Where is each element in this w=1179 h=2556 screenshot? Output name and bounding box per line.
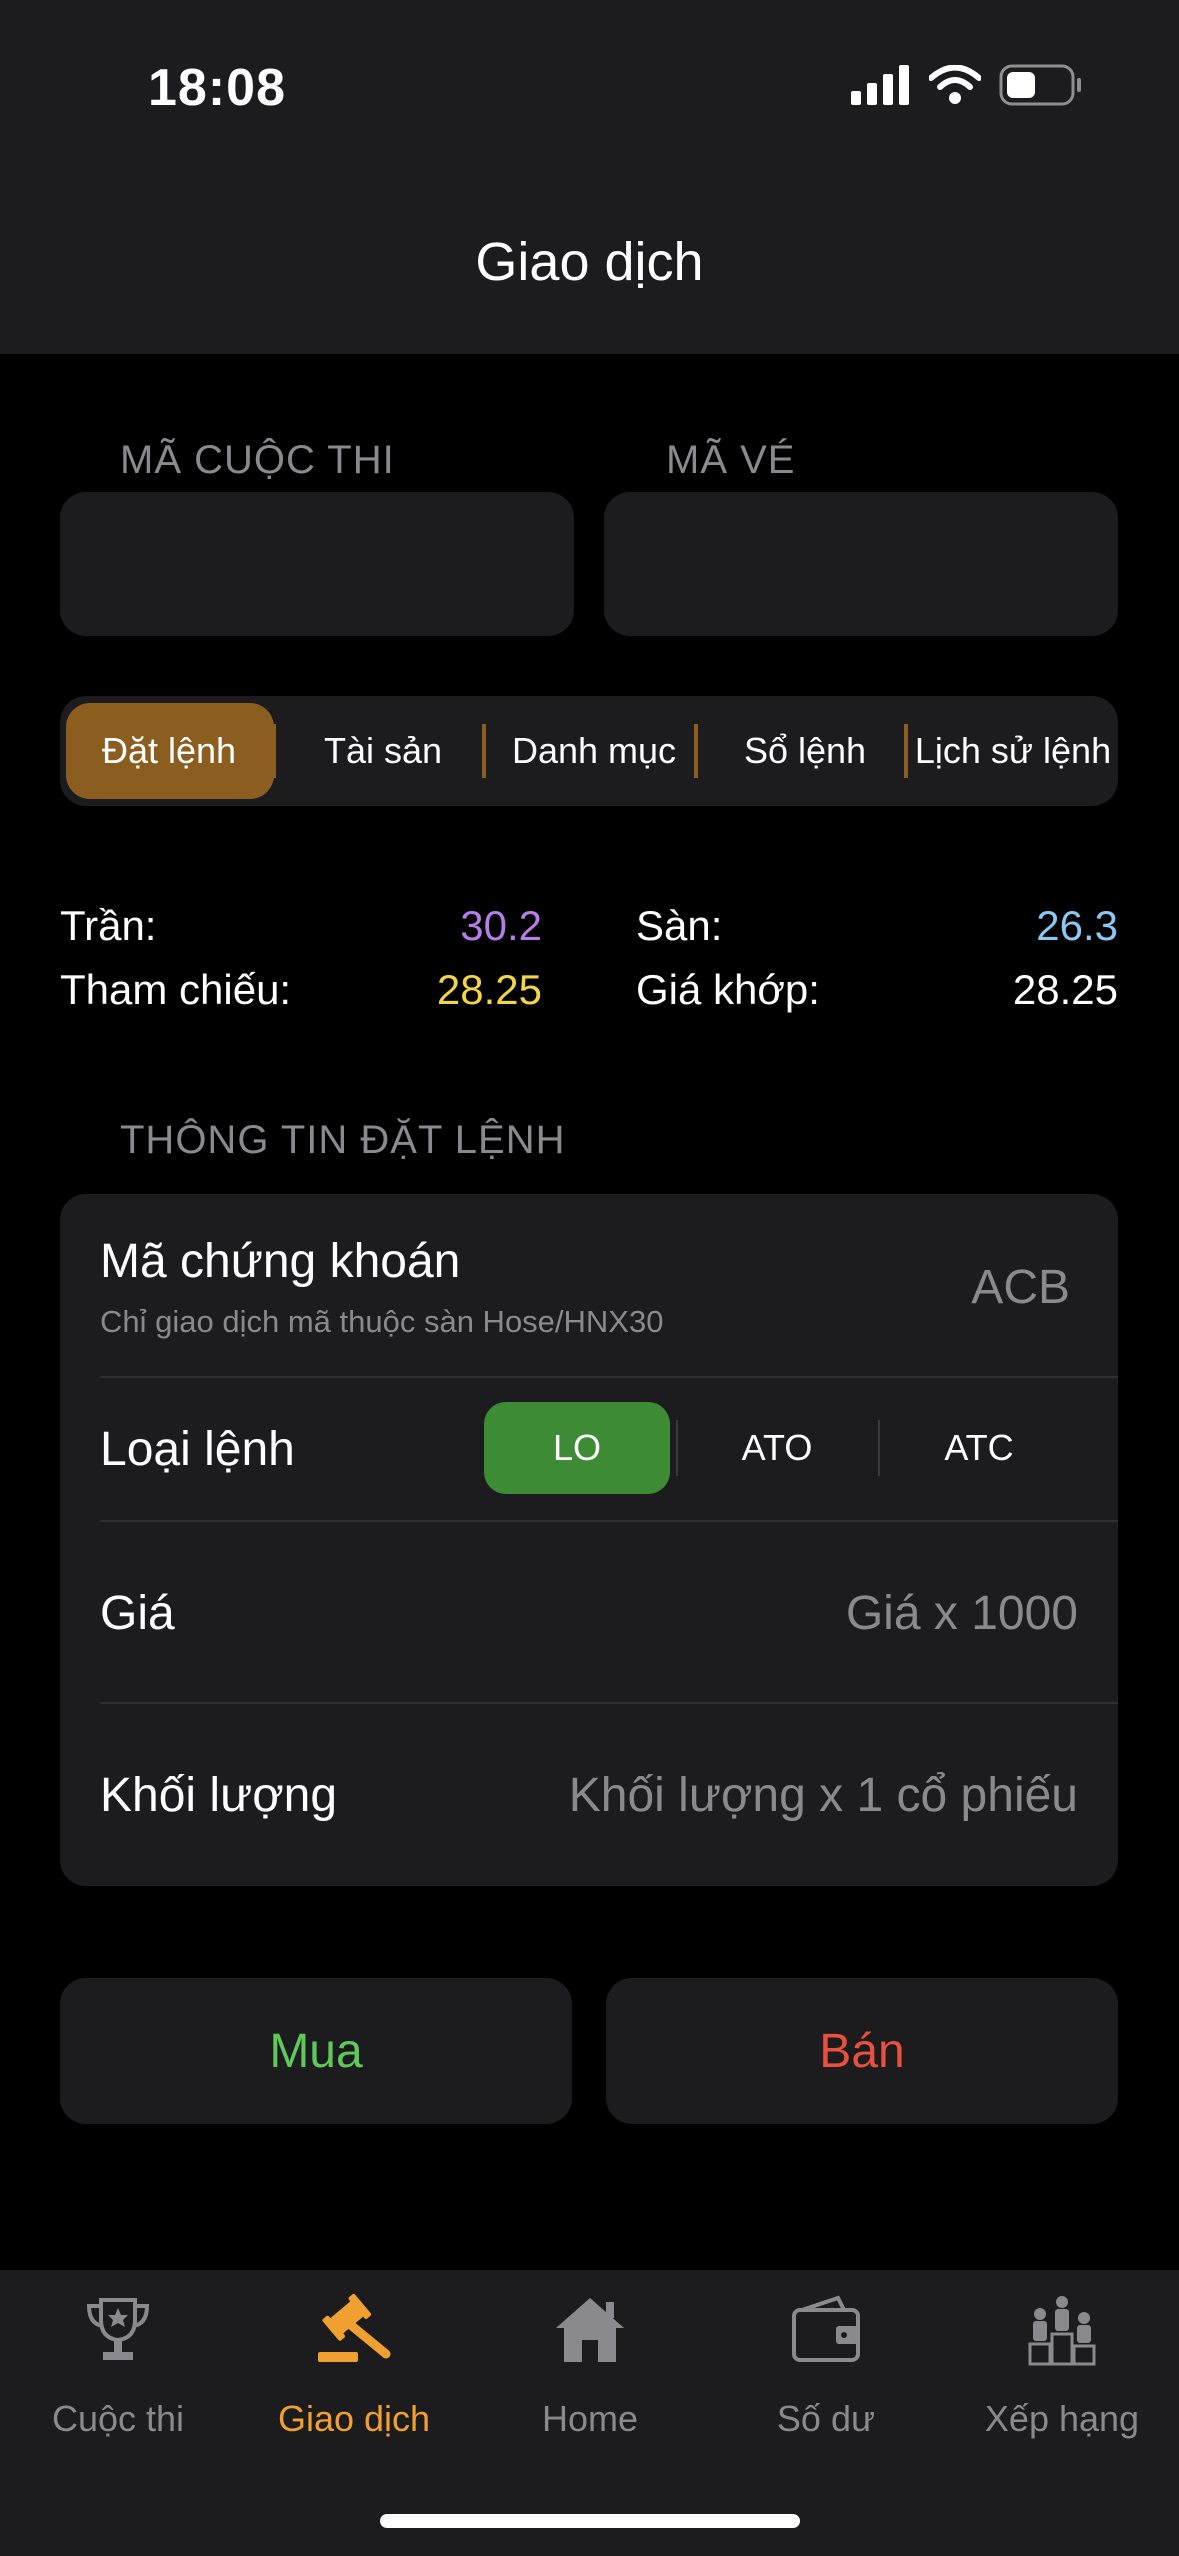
tabbar-contest-label: Cuộc thi <box>51 2398 185 2439</box>
tabbar-trade-label: Giao dịch <box>277 2398 431 2439</box>
tabbar-home[interactable]: Home <box>472 2270 708 2490</box>
ceiling-label: Trần: <box>60 902 157 949</box>
symbol-hint: Chỉ giao dịch mã thuộc sàn Hose/HNX30 <box>100 1304 664 1339</box>
tabbar-balance[interactable]: Số dư <box>708 2270 944 2490</box>
symbol-label: Mã chứng khoán <box>100 1235 461 1288</box>
price-label: Giá <box>100 1587 175 1640</box>
trophy-icon <box>78 2290 158 2370</box>
buy-button[interactable]: Mua <box>60 1978 572 2124</box>
ticket-code-input[interactable] <box>604 492 1118 636</box>
ticket-code-label: MÃ VÉ <box>666 438 796 482</box>
tab-danh-muc[interactable]: Danh mục <box>488 696 700 806</box>
quantity-input[interactable]: Khối lượng x 1 cổ phiếu <box>460 1768 1078 1823</box>
tabbar-ranking-label: Xếp hạng <box>984 2398 1140 2439</box>
tab-dat-lenh[interactable]: Đặt lệnh <box>60 696 278 806</box>
tabbar-ranking[interactable]: Xếp hạng <box>944 2270 1179 2490</box>
floor-label: Sàn: <box>636 902 723 949</box>
tab-divider <box>482 724 486 778</box>
tab-lich-su-lenh[interactable]: Lịch sử lệnh <box>908 696 1118 806</box>
symbol-input[interactable]: ACB <box>700 1260 1070 1315</box>
wallet-icon <box>786 2290 866 2370</box>
contest-code-input[interactable] <box>60 492 574 636</box>
ceiling-value: 30.2 <box>460 902 542 949</box>
tab-tai-san[interactable]: Tài sản <box>278 696 488 806</box>
tab-divider <box>694 724 698 778</box>
home-icon <box>550 2290 630 2370</box>
home-indicator[interactable] <box>380 2514 800 2528</box>
contest-code-label: MÃ CUỘC THI <box>120 438 395 482</box>
tab-so-lenh[interactable]: Sổ lệnh <box>700 696 910 806</box>
price-input[interactable]: Giá x 1000 <box>560 1586 1078 1641</box>
sell-button[interactable]: Bán <box>606 1978 1118 2124</box>
row-divider <box>100 1520 1118 1522</box>
order-section-title: THÔNG TIN ĐẶT LỆNH <box>120 1118 566 1162</box>
order-type-divider <box>878 1420 880 1476</box>
trade-tabs: Đặt lệnh Tài sản Danh mục Sổ lệnh Lịch s… <box>60 696 1118 806</box>
tabbar-home-label: Home <box>541 2398 639 2439</box>
tab-divider <box>272 724 276 778</box>
order-type-ato[interactable]: ATO <box>684 1402 870 1494</box>
leaderboard-icon <box>1022 2290 1102 2370</box>
floor-value: 26.3 <box>1036 902 1118 949</box>
match-price-label: Giá khớp: <box>636 966 820 1013</box>
order-type-divider <box>676 1420 678 1476</box>
reference-label: Tham chiếu: <box>60 966 292 1013</box>
tabbar-trade[interactable]: Giao dịch <box>236 2270 472 2490</box>
tabbar-balance-label: Số dư <box>776 2398 876 2439</box>
row-divider <box>100 1702 1118 1704</box>
page-title: Giao dịch <box>475 232 704 292</box>
order-type-label: Loại lệnh <box>100 1423 295 1476</box>
order-type-atc[interactable]: ATC <box>886 1402 1072 1494</box>
row-divider <box>100 1376 1118 1378</box>
order-type-lo[interactable]: LO <box>484 1402 670 1494</box>
tabbar-contest[interactable]: Cuộc thi <box>0 2270 236 2490</box>
quantity-label: Khối lượng <box>100 1769 338 1822</box>
match-price-value: 28.25 <box>1012 966 1118 1013</box>
reference-value: 28.25 <box>436 966 542 1013</box>
gavel-icon <box>314 2290 394 2370</box>
